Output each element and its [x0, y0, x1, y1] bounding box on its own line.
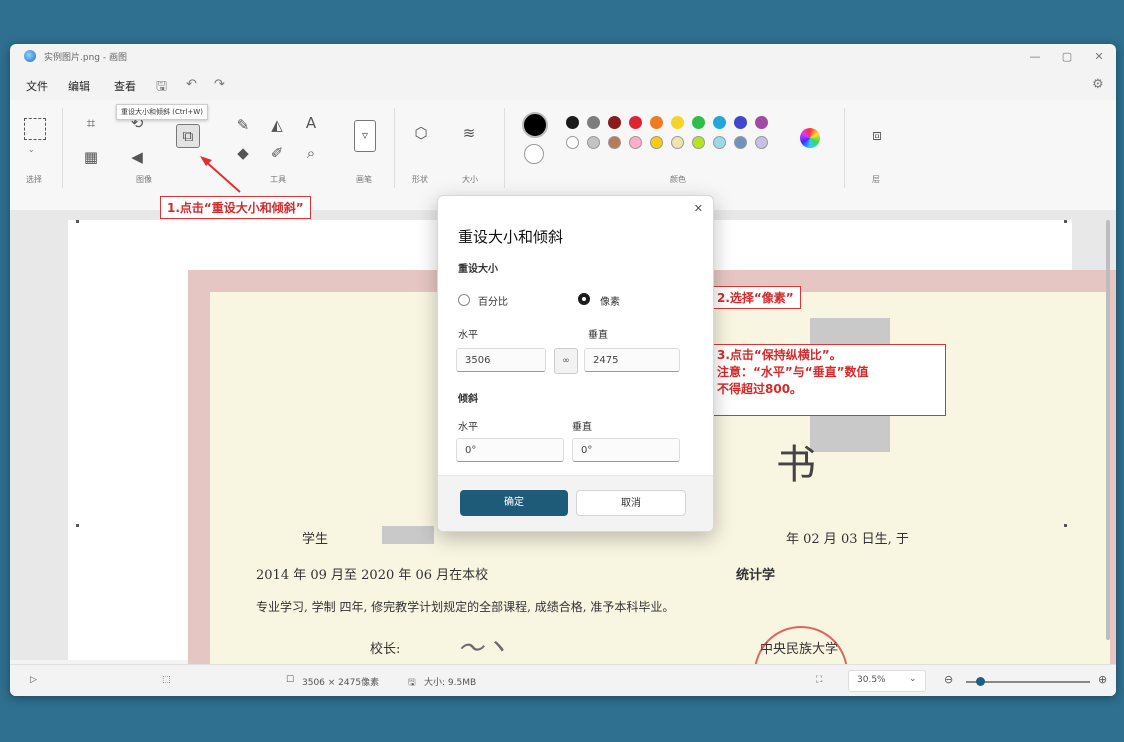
callout-step3: 3.点击“保持纵横比”。 注意：“水平”与“垂直”数值 不得超过800。: [710, 344, 946, 416]
dialog-footer: 确定 取消: [438, 475, 713, 531]
ok-button[interactable]: 确定: [460, 490, 568, 516]
skew-vertical-input[interactable]: 0°: [572, 438, 680, 462]
pixels-label[interactable]: 像素: [600, 293, 620, 308]
cancel-button[interactable]: 取消: [576, 490, 686, 516]
dialog-close-button[interactable]: ✕: [694, 202, 703, 215]
vertical-input[interactable]: 2475: [584, 348, 680, 372]
skew-section-label: 倾斜: [458, 394, 478, 405]
resize-skew-dialog: ✕ 重设大小和倾斜 重设大小 百分比 像素 水平 垂直 3506 ∞ 2475 …: [437, 195, 714, 532]
arrow-step1: [203, 159, 241, 193]
vertical-label: 垂直: [588, 330, 608, 341]
callout-step1: 1.点击“重设大小和倾斜”: [160, 196, 311, 219]
horizontal-label: 水平: [458, 330, 478, 341]
skew-horizontal-input[interactable]: 0°: [456, 438, 564, 462]
skew-vertical-label: 垂直: [572, 422, 592, 433]
callout-step3-line1: 3.点击“保持纵横比”。: [717, 348, 842, 362]
resize-section-label: 重设大小: [458, 264, 498, 275]
horizontal-input[interactable]: 3506: [456, 348, 546, 372]
lock-aspect-ratio-icon[interactable]: ∞: [554, 348, 578, 374]
pixels-radio[interactable]: [578, 293, 590, 305]
skew-horizontal-label: 水平: [458, 422, 478, 433]
percent-label[interactable]: 百分比: [478, 293, 508, 308]
dialog-title: 重设大小和倾斜: [458, 228, 564, 246]
callout-step2: 2.选择“像素”: [710, 286, 801, 309]
callout-step3-line2: 注意：“水平”与“垂直”数值: [717, 365, 869, 379]
callout-step3-line3: 不得超过800。: [717, 382, 803, 396]
percent-radio[interactable]: [458, 294, 470, 306]
